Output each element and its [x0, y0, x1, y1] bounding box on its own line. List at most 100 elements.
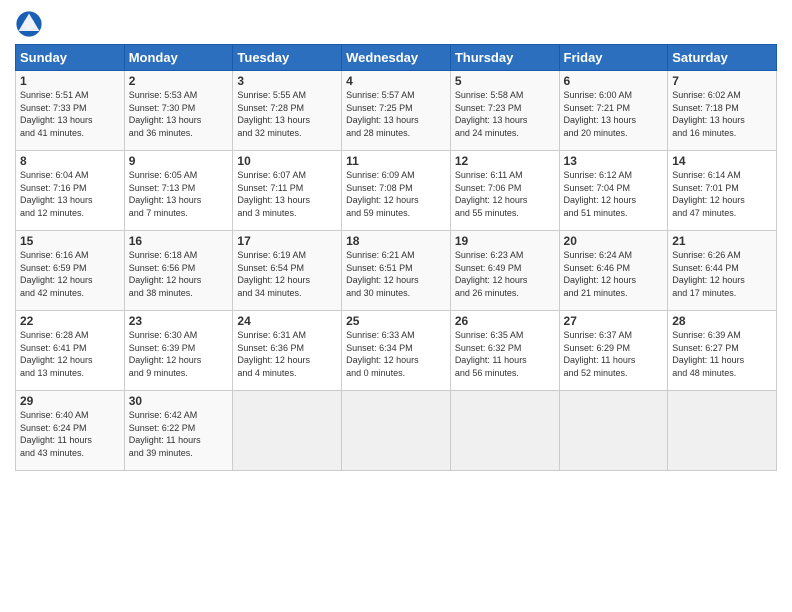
day-detail: Sunrise: 6:12 AM Sunset: 7:04 PM Dayligh…: [564, 169, 664, 219]
weekday-header: Saturday: [668, 45, 777, 71]
day-detail: Sunrise: 6:40 AM Sunset: 6:24 PM Dayligh…: [20, 409, 120, 459]
calendar-cell: 26Sunrise: 6:35 AM Sunset: 6:32 PM Dayli…: [450, 311, 559, 391]
day-detail: Sunrise: 6:00 AM Sunset: 7:21 PM Dayligh…: [564, 89, 664, 139]
day-detail: Sunrise: 6:37 AM Sunset: 6:29 PM Dayligh…: [564, 329, 664, 379]
calendar-cell: 2Sunrise: 5:53 AM Sunset: 7:30 PM Daylig…: [124, 71, 233, 151]
day-number: 23: [129, 314, 229, 328]
day-number: 30: [129, 394, 229, 408]
calendar-cell: 23Sunrise: 6:30 AM Sunset: 6:39 PM Dayli…: [124, 311, 233, 391]
calendar-body: 1Sunrise: 5:51 AM Sunset: 7:33 PM Daylig…: [16, 71, 777, 471]
day-number: 2: [129, 74, 229, 88]
day-number: 8: [20, 154, 120, 168]
day-detail: Sunrise: 6:21 AM Sunset: 6:51 PM Dayligh…: [346, 249, 446, 299]
calendar-cell: 13Sunrise: 6:12 AM Sunset: 7:04 PM Dayli…: [559, 151, 668, 231]
logo-icon: [15, 10, 43, 38]
calendar-header-row: SundayMondayTuesdayWednesdayThursdayFrid…: [16, 45, 777, 71]
calendar-cell: 25Sunrise: 6:33 AM Sunset: 6:34 PM Dayli…: [342, 311, 451, 391]
calendar-cell: [668, 391, 777, 471]
calendar-cell: 30Sunrise: 6:42 AM Sunset: 6:22 PM Dayli…: [124, 391, 233, 471]
day-number: 5: [455, 74, 555, 88]
calendar-container: SundayMondayTuesdayWednesdayThursdayFrid…: [0, 0, 792, 481]
calendar-cell: 19Sunrise: 6:23 AM Sunset: 6:49 PM Dayli…: [450, 231, 559, 311]
calendar-cell: 20Sunrise: 6:24 AM Sunset: 6:46 PM Dayli…: [559, 231, 668, 311]
calendar-cell: 5Sunrise: 5:58 AM Sunset: 7:23 PM Daylig…: [450, 71, 559, 151]
calendar-cell: 1Sunrise: 5:51 AM Sunset: 7:33 PM Daylig…: [16, 71, 125, 151]
day-detail: Sunrise: 6:35 AM Sunset: 6:32 PM Dayligh…: [455, 329, 555, 379]
calendar-cell: [559, 391, 668, 471]
day-number: 9: [129, 154, 229, 168]
day-number: 29: [20, 394, 120, 408]
day-number: 4: [346, 74, 446, 88]
weekday-header: Thursday: [450, 45, 559, 71]
calendar-cell: 28Sunrise: 6:39 AM Sunset: 6:27 PM Dayli…: [668, 311, 777, 391]
day-detail: Sunrise: 6:02 AM Sunset: 7:18 PM Dayligh…: [672, 89, 772, 139]
calendar-cell: [233, 391, 342, 471]
day-number: 27: [564, 314, 664, 328]
calendar-cell: 14Sunrise: 6:14 AM Sunset: 7:01 PM Dayli…: [668, 151, 777, 231]
calendar-cell: [342, 391, 451, 471]
calendar-cell: 17Sunrise: 6:19 AM Sunset: 6:54 PM Dayli…: [233, 231, 342, 311]
calendar-week-row: 1Sunrise: 5:51 AM Sunset: 7:33 PM Daylig…: [16, 71, 777, 151]
day-detail: Sunrise: 6:07 AM Sunset: 7:11 PM Dayligh…: [237, 169, 337, 219]
day-number: 21: [672, 234, 772, 248]
calendar-cell: 27Sunrise: 6:37 AM Sunset: 6:29 PM Dayli…: [559, 311, 668, 391]
weekday-header: Tuesday: [233, 45, 342, 71]
day-detail: Sunrise: 5:51 AM Sunset: 7:33 PM Dayligh…: [20, 89, 120, 139]
day-number: 3: [237, 74, 337, 88]
calendar-week-row: 8Sunrise: 6:04 AM Sunset: 7:16 PM Daylig…: [16, 151, 777, 231]
calendar-cell: 11Sunrise: 6:09 AM Sunset: 7:08 PM Dayli…: [342, 151, 451, 231]
day-number: 16: [129, 234, 229, 248]
calendar-cell: 16Sunrise: 6:18 AM Sunset: 6:56 PM Dayli…: [124, 231, 233, 311]
day-number: 15: [20, 234, 120, 248]
day-detail: Sunrise: 6:04 AM Sunset: 7:16 PM Dayligh…: [20, 169, 120, 219]
day-detail: Sunrise: 5:55 AM Sunset: 7:28 PM Dayligh…: [237, 89, 337, 139]
day-number: 7: [672, 74, 772, 88]
day-number: 10: [237, 154, 337, 168]
calendar-cell: 8Sunrise: 6:04 AM Sunset: 7:16 PM Daylig…: [16, 151, 125, 231]
calendar-cell: 29Sunrise: 6:40 AM Sunset: 6:24 PM Dayli…: [16, 391, 125, 471]
day-detail: Sunrise: 6:39 AM Sunset: 6:27 PM Dayligh…: [672, 329, 772, 379]
day-detail: Sunrise: 6:19 AM Sunset: 6:54 PM Dayligh…: [237, 249, 337, 299]
calendar-cell: 9Sunrise: 6:05 AM Sunset: 7:13 PM Daylig…: [124, 151, 233, 231]
day-detail: Sunrise: 6:28 AM Sunset: 6:41 PM Dayligh…: [20, 329, 120, 379]
day-number: 12: [455, 154, 555, 168]
day-number: 6: [564, 74, 664, 88]
day-number: 17: [237, 234, 337, 248]
day-detail: Sunrise: 6:26 AM Sunset: 6:44 PM Dayligh…: [672, 249, 772, 299]
day-number: 19: [455, 234, 555, 248]
calendar-cell: 4Sunrise: 5:57 AM Sunset: 7:25 PM Daylig…: [342, 71, 451, 151]
calendar-cell: 22Sunrise: 6:28 AM Sunset: 6:41 PM Dayli…: [16, 311, 125, 391]
calendar-cell: 6Sunrise: 6:00 AM Sunset: 7:21 PM Daylig…: [559, 71, 668, 151]
weekday-header: Monday: [124, 45, 233, 71]
day-detail: Sunrise: 6:33 AM Sunset: 6:34 PM Dayligh…: [346, 329, 446, 379]
day-number: 14: [672, 154, 772, 168]
day-detail: Sunrise: 5:57 AM Sunset: 7:25 PM Dayligh…: [346, 89, 446, 139]
calendar-cell: 3Sunrise: 5:55 AM Sunset: 7:28 PM Daylig…: [233, 71, 342, 151]
weekday-header: Sunday: [16, 45, 125, 71]
weekday-header: Wednesday: [342, 45, 451, 71]
calendar-week-row: 22Sunrise: 6:28 AM Sunset: 6:41 PM Dayli…: [16, 311, 777, 391]
weekday-header: Friday: [559, 45, 668, 71]
day-detail: Sunrise: 6:14 AM Sunset: 7:01 PM Dayligh…: [672, 169, 772, 219]
day-number: 11: [346, 154, 446, 168]
day-detail: Sunrise: 6:09 AM Sunset: 7:08 PM Dayligh…: [346, 169, 446, 219]
day-detail: Sunrise: 6:16 AM Sunset: 6:59 PM Dayligh…: [20, 249, 120, 299]
day-number: 18: [346, 234, 446, 248]
day-detail: Sunrise: 6:18 AM Sunset: 6:56 PM Dayligh…: [129, 249, 229, 299]
calendar-cell: 7Sunrise: 6:02 AM Sunset: 7:18 PM Daylig…: [668, 71, 777, 151]
calendar-cell: 24Sunrise: 6:31 AM Sunset: 6:36 PM Dayli…: [233, 311, 342, 391]
calendar-cell: 12Sunrise: 6:11 AM Sunset: 7:06 PM Dayli…: [450, 151, 559, 231]
calendar-cell: 21Sunrise: 6:26 AM Sunset: 6:44 PM Dayli…: [668, 231, 777, 311]
day-number: 24: [237, 314, 337, 328]
calendar-cell: 18Sunrise: 6:21 AM Sunset: 6:51 PM Dayli…: [342, 231, 451, 311]
day-number: 1: [20, 74, 120, 88]
day-detail: Sunrise: 5:58 AM Sunset: 7:23 PM Dayligh…: [455, 89, 555, 139]
calendar-cell: [450, 391, 559, 471]
logo: [15, 10, 47, 38]
day-number: 28: [672, 314, 772, 328]
day-number: 20: [564, 234, 664, 248]
calendar-week-row: 29Sunrise: 6:40 AM Sunset: 6:24 PM Dayli…: [16, 391, 777, 471]
header: [15, 10, 777, 38]
calendar-week-row: 15Sunrise: 6:16 AM Sunset: 6:59 PM Dayli…: [16, 231, 777, 311]
calendar-table: SundayMondayTuesdayWednesdayThursdayFrid…: [15, 44, 777, 471]
